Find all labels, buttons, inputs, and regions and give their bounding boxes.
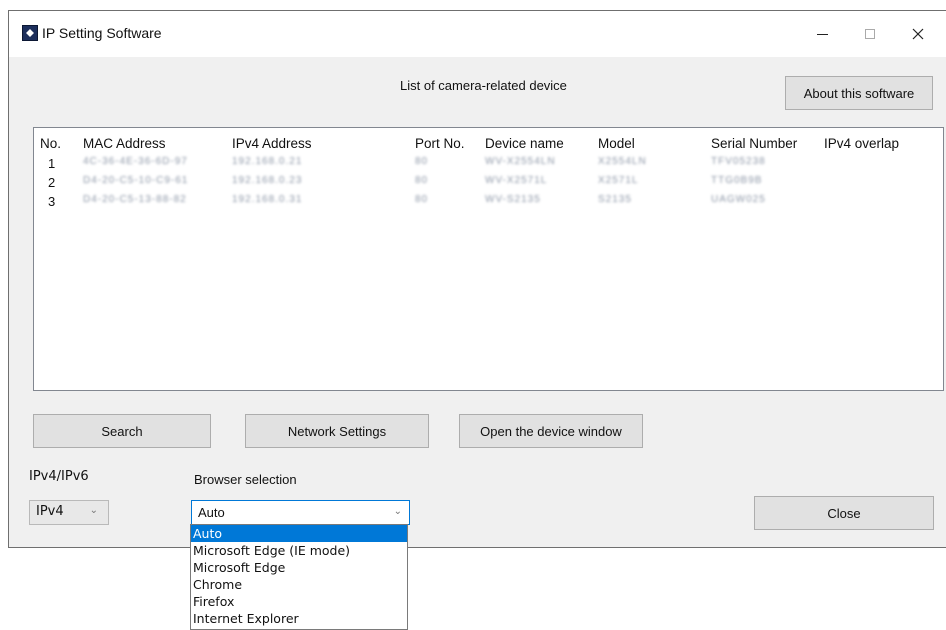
- camera-app-icon: [22, 25, 38, 41]
- title-bar[interactable]: IP Setting Software: [9, 11, 946, 57]
- browser-selection-label: Browser selection: [194, 472, 297, 487]
- list-header: No. MAC Address IPv4 Address Port No. De…: [34, 136, 943, 154]
- close-window-button[interactable]: [895, 19, 941, 49]
- port-cell: 80: [415, 194, 429, 205]
- minimize-button[interactable]: [799, 19, 845, 49]
- chevron-down-icon: ⌄: [89, 505, 98, 516]
- row-number: 1: [48, 156, 56, 171]
- ipv4-address-cell: 192.168.0.21: [232, 156, 303, 167]
- ipv-version-label: IPv4/IPv6: [29, 469, 89, 484]
- serial-cell: UAGW025: [711, 194, 766, 205]
- column-header-ipv4-overlap[interactable]: IPv4 overlap: [824, 136, 899, 151]
- close-button[interactable]: Close: [754, 496, 934, 530]
- browser-select-value: Auto: [198, 505, 225, 520]
- model-cell: X2554LN: [598, 156, 647, 167]
- browser-option-internet-explorer[interactable]: Internet Explorer: [191, 610, 407, 627]
- model-cell: X2571L: [598, 175, 639, 186]
- column-header-model[interactable]: Model: [598, 136, 635, 151]
- table-row[interactable]: 2 D4-20-C5-10-C9-61 192.168.0.23 80 WV-X…: [34, 175, 943, 193]
- maximize-button[interactable]: [847, 19, 893, 49]
- network-settings-button[interactable]: Network Settings: [245, 414, 429, 448]
- browser-option-chrome[interactable]: Chrome: [191, 576, 407, 593]
- column-header-device-name[interactable]: Device name: [485, 136, 564, 151]
- window-title: IP Setting Software: [42, 25, 162, 41]
- serial-cell: TTG0B9B: [711, 175, 763, 186]
- browser-option-edge[interactable]: Microsoft Edge: [191, 559, 407, 576]
- minimize-icon: [816, 33, 828, 35]
- search-button[interactable]: Search: [33, 414, 211, 448]
- column-header-port[interactable]: Port No.: [415, 136, 465, 151]
- ip-version-select[interactable]: IPv4 ⌄: [29, 500, 109, 525]
- column-header-mac[interactable]: MAC Address: [83, 136, 166, 151]
- row-number: 3: [48, 194, 56, 209]
- ipv4-address-cell: 192.168.0.31: [232, 194, 303, 205]
- row-number: 2: [48, 175, 56, 190]
- browser-option-edge-ie-mode[interactable]: Microsoft Edge (IE mode): [191, 542, 407, 559]
- device-name-cell: WV-X2571L: [485, 175, 548, 186]
- chevron-down-icon: ⌄: [393, 506, 402, 517]
- device-name-cell: WV-S2135: [485, 194, 541, 205]
- mac-address-cell: D4-20-C5-13-88-82: [83, 194, 187, 205]
- mac-address-cell: D4-20-C5-10-C9-61: [83, 175, 189, 186]
- column-header-ipv4[interactable]: IPv4 Address: [232, 136, 312, 151]
- about-button[interactable]: About this software: [785, 76, 933, 110]
- list-caption: List of camera-related device: [400, 78, 567, 93]
- browser-option-auto[interactable]: Auto: [191, 525, 407, 542]
- column-header-serial[interactable]: Serial Number: [711, 136, 797, 151]
- ip-version-value: IPv4: [36, 504, 64, 519]
- table-row[interactable]: 3 D4-20-C5-13-88-82 192.168.0.31 80 WV-S…: [34, 194, 943, 212]
- table-row[interactable]: 1 4C-36-4E-36-6D-97 192.168.0.21 80 WV-X…: [34, 156, 943, 174]
- maximize-icon: [865, 29, 875, 39]
- port-cell: 80: [415, 175, 429, 186]
- main-window: IP Setting Software List of camera-relat…: [8, 10, 946, 548]
- browser-select[interactable]: Auto ⌄: [191, 500, 410, 525]
- ipv4-address-cell: 192.168.0.23: [232, 175, 303, 186]
- close-icon: [912, 28, 924, 40]
- browser-option-firefox[interactable]: Firefox: [191, 593, 407, 610]
- device-list[interactable]: No. MAC Address IPv4 Address Port No. De…: [33, 127, 944, 391]
- device-name-cell: WV-X2554LN: [485, 156, 556, 167]
- column-header-no[interactable]: No.: [40, 136, 61, 151]
- browser-dropdown-list[interactable]: Auto Microsoft Edge (IE mode) Microsoft …: [190, 524, 408, 630]
- port-cell: 80: [415, 156, 429, 167]
- mac-address-cell: 4C-36-4E-36-6D-97: [83, 156, 188, 167]
- model-cell: S2135: [598, 194, 632, 205]
- serial-cell: TFV05238: [711, 156, 766, 167]
- open-device-window-button[interactable]: Open the device window: [459, 414, 643, 448]
